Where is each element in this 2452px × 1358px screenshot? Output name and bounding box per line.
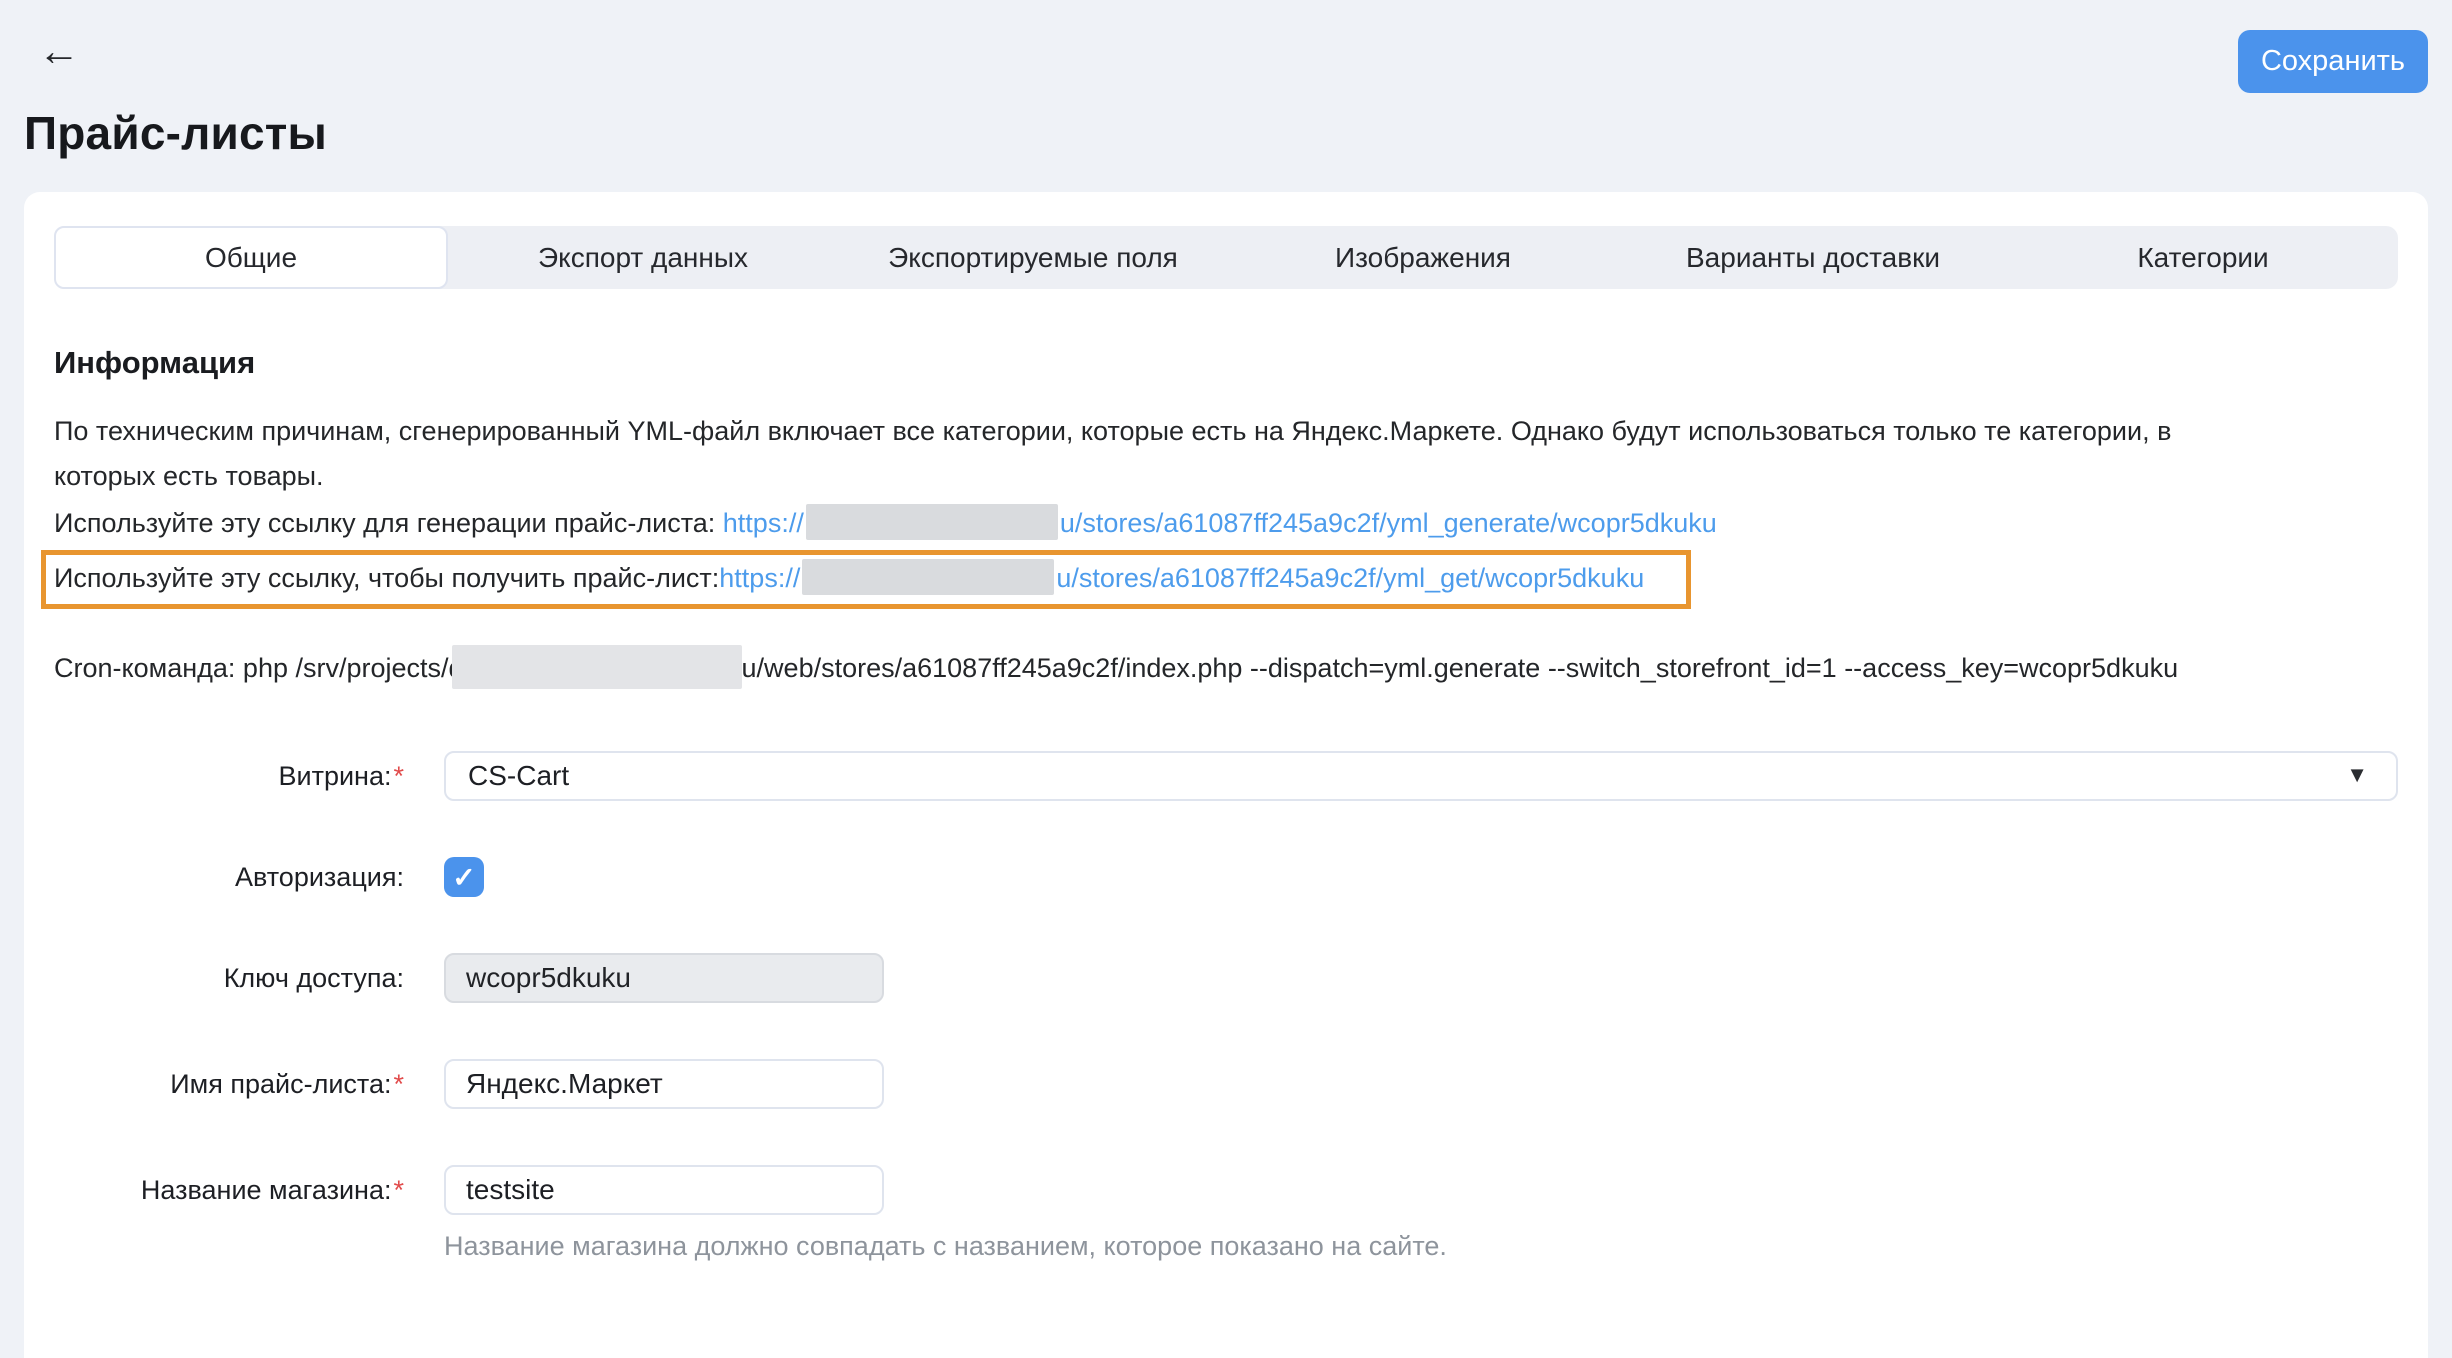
price-list-form: Витрина:* CS-Cart ▼ Авторизация: ✓ Ключ [54, 751, 2398, 1262]
cron-command-line: Cron-команда: php /srv/projects/d u/web/s… [54, 645, 2398, 695]
info-paragraph-line2: которых есть товары. [54, 454, 2398, 499]
access-key-row: Ключ доступа: [54, 953, 2398, 1003]
redacted-area [802, 559, 1054, 595]
authorization-checkbox[interactable]: ✓ [444, 857, 484, 897]
get-link-line: Используйте эту ссылку, чтобы получить п… [54, 563, 1644, 593]
page-title: Прайс-листы [24, 106, 2452, 160]
required-mark: * [393, 1175, 404, 1205]
generate-link-label: Используйте эту ссылку для генерации пра… [54, 508, 723, 538]
shop-name-hint: Название магазина должно совпадать с наз… [444, 1231, 2398, 1262]
storefront-select-value: CS-Cart [468, 760, 569, 792]
tab-general[interactable]: Общие [54, 226, 448, 289]
info-paragraph-line1: По техническим причинам, сгенерированный… [54, 409, 2398, 454]
tab-bar: Общие Экспорт данных Экспортируемые поля… [54, 226, 2398, 289]
tab-data-export[interactable]: Экспорт данных [448, 226, 838, 289]
shop-name-label: Название магазина:* [54, 1165, 404, 1206]
redacted-area [452, 645, 742, 689]
access-key-label: Ключ доступа: [54, 963, 404, 994]
save-button[interactable]: Сохранить [2238, 30, 2428, 93]
required-mark: * [393, 761, 404, 791]
storefront-row: Витрина:* CS-Cart ▼ [54, 751, 2398, 801]
storefront-select[interactable]: CS-Cart ▼ [444, 751, 2398, 801]
generate-link-line: Используйте эту ссылку для генерации пра… [54, 501, 2398, 546]
cron-label: Cron-команда: [54, 653, 243, 683]
price-list-name-label: Имя прайс-листа:* [54, 1069, 404, 1100]
storefront-label: Витрина:* [54, 761, 404, 792]
tab-images[interactable]: Изображения [1228, 226, 1618, 289]
authorization-row: Авторизация: ✓ [54, 857, 2398, 897]
price-list-name-row: Имя прайс-листа:* [54, 1059, 2398, 1109]
cron-command-prefix: php /srv/projects/d [243, 653, 464, 683]
info-section-heading: Информация [54, 345, 2398, 381]
yml-get-link[interactable]: https://u/stores/a61087ff245a9c2f/yml_ge… [719, 563, 1644, 593]
shop-name-field[interactable] [444, 1165, 884, 1215]
authorization-label: Авторизация: [54, 862, 404, 893]
highlight-annotation: Используйте эту ссылку, чтобы получить п… [41, 550, 1691, 609]
content-card: Общие Экспорт данных Экспортируемые поля… [24, 192, 2428, 1358]
shop-name-row: Название магазина:* Название магазина до… [54, 1165, 2398, 1262]
back-arrow-icon[interactable]: ← [38, 30, 80, 72]
tab-exported-fields[interactable]: Экспортируемые поля [838, 226, 1228, 289]
chevron-down-icon: ▼ [2346, 762, 2368, 788]
tab-shipping-options[interactable]: Варианты доставки [1618, 226, 2008, 289]
tab-categories[interactable]: Категории [2008, 226, 2398, 289]
required-mark: * [393, 1069, 404, 1099]
redacted-area [806, 504, 1058, 540]
price-list-name-field[interactable] [444, 1059, 884, 1109]
topbar: ← Сохранить [0, 0, 2452, 100]
checkmark-icon: ✓ [452, 861, 475, 894]
cron-command-suffix: u/web/stores/a61087ff245a9c2f/index.php … [742, 653, 2179, 683]
yml-generate-link[interactable]: https://u/stores/a61087ff245a9c2f/yml_ge… [723, 508, 1717, 538]
get-link-label: Используйте эту ссылку, чтобы получить п… [54, 563, 719, 593]
access-key-field [444, 953, 884, 1003]
